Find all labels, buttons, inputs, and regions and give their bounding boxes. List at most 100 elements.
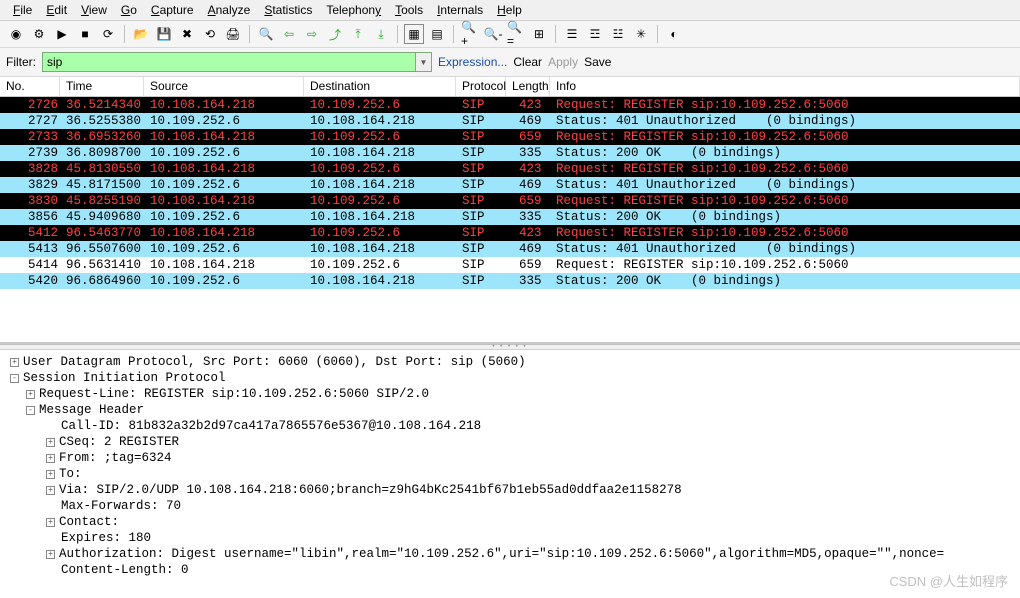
toolbar-separator — [249, 25, 250, 43]
packet-list-pane: No. Time Source Destination Protocol Len… — [0, 77, 1020, 345]
menu-analyze[interactable]: Analyze — [201, 1, 258, 19]
zoom-reset-icon[interactable]: 🔍= — [506, 24, 526, 44]
interfaces-icon[interactable]: ◉ — [6, 24, 26, 44]
go-first-icon[interactable]: ⤒ — [348, 24, 368, 44]
toolbar-separator — [397, 25, 398, 43]
detail-text: Expires: 180 — [61, 531, 151, 545]
close-file-icon[interactable]: ✖ — [177, 24, 197, 44]
detail-tree-row[interactable]: + CSeq: 2 REGISTER — [46, 434, 1014, 450]
detail-tree-row[interactable]: +Via: SIP/2.0/UDP 10.108.164.218:6060;br… — [46, 482, 1014, 498]
column-length[interactable]: Length — [506, 77, 550, 96]
table-row[interactable]: 382845.813055010.108.164.21810.109.252.6… — [0, 161, 1020, 177]
table-row[interactable]: 272636.521434010.108.164.21810.109.252.6… — [0, 97, 1020, 113]
menu-help[interactable]: Help — [490, 1, 529, 19]
menu-internals[interactable]: Internals — [430, 1, 490, 19]
detail-text: Request-Line: REGISTER sip:10.109.252.6:… — [39, 387, 429, 401]
detail-tree-row[interactable]: + Contact: — [46, 514, 1014, 530]
menu-telephony[interactable]: Telephony — [319, 1, 388, 19]
save-file-icon[interactable]: 💾 — [154, 24, 174, 44]
print-icon[interactable]: 🖨 — [223, 24, 243, 44]
table-row[interactable]: 273936.809870010.109.252.610.108.164.218… — [0, 145, 1020, 161]
menu-capture[interactable]: Capture — [144, 1, 201, 19]
column-info[interactable]: Info — [550, 77, 1020, 96]
capture-filters-icon[interactable]: ☰ — [562, 24, 582, 44]
toolbar-separator — [555, 25, 556, 43]
expand-icon[interactable]: + — [46, 486, 55, 495]
filter-dropdown-icon[interactable]: ▼ — [415, 53, 431, 71]
expand-icon[interactable]: + — [26, 390, 35, 399]
reload-icon[interactable]: ⟲ — [200, 24, 220, 44]
detail-tree-row[interactable]: +From: ;tag=6324 — [46, 450, 1014, 466]
detail-text: CSeq: 2 REGISTER — [59, 435, 179, 449]
zoom-in-icon[interactable]: 🔍+ — [460, 24, 480, 44]
collapse-icon[interactable]: - — [10, 374, 19, 383]
table-row[interactable]: 272736.525538010.109.252.610.108.164.218… — [0, 113, 1020, 129]
menu-edit[interactable]: Edit — [39, 1, 74, 19]
zoom-out-icon[interactable]: 🔍- — [483, 24, 503, 44]
expand-icon[interactable]: + — [10, 358, 19, 367]
table-row[interactable]: 382945.817150010.109.252.610.108.164.218… — [0, 177, 1020, 193]
autoscroll-icon[interactable]: ▤ — [427, 24, 447, 44]
expand-icon[interactable]: + — [46, 550, 55, 559]
detail-text: Session Initiation Protocol — [23, 371, 226, 385]
detail-tree-row[interactable]: + Request-Line: REGISTER sip:10.109.252.6… — [26, 386, 1014, 402]
column-protocol[interactable]: Protocol — [456, 77, 506, 96]
table-row[interactable]: 542096.686496010.109.252.610.108.164.218… — [0, 273, 1020, 289]
detail-tree-row[interactable]: Content-Length: 0 — [46, 562, 1014, 578]
display-filters-icon[interactable]: ☲ — [585, 24, 605, 44]
go-forward-icon[interactable]: ⇨ — [302, 24, 322, 44]
restart-capture-icon[interactable]: ⟳ — [98, 24, 118, 44]
go-back-icon[interactable]: ⇦ — [279, 24, 299, 44]
open-file-icon[interactable]: 📂 — [131, 24, 151, 44]
stop-capture-icon[interactable]: ■ — [75, 24, 95, 44]
detail-tree-row[interactable]: Call-ID: 81b832a32b2d97ca417a7865576e536… — [46, 418, 1014, 434]
options-icon[interactable]: ⚙ — [29, 24, 49, 44]
clear-button[interactable]: Clear — [513, 55, 542, 69]
expand-icon[interactable]: + — [46, 454, 55, 463]
go-last-icon[interactable]: ⤓ — [371, 24, 391, 44]
expand-icon[interactable]: + — [46, 438, 55, 447]
collapse-icon[interactable]: - — [26, 406, 35, 415]
expand-icon[interactable]: + — [46, 518, 55, 527]
menu-file[interactable]: File — [6, 1, 39, 19]
preferences-icon[interactable]: ✳ — [631, 24, 651, 44]
table-row[interactable]: 385645.940968010.109.252.610.108.164.218… — [0, 209, 1020, 225]
detail-tree-row[interactable]: Expires: 180 — [46, 530, 1014, 546]
apply-button[interactable]: Apply — [548, 55, 578, 69]
filter-input[interactable] — [42, 52, 432, 72]
packet-list-header[interactable]: No. Time Source Destination Protocol Len… — [0, 77, 1020, 97]
toolbar-separator — [124, 25, 125, 43]
detail-tree-row[interactable]: +Authorization: Digest username="libin",… — [46, 546, 1014, 562]
detail-text: Contact: — [59, 515, 127, 529]
menu-go[interactable]: Go — [114, 1, 144, 19]
help-icon[interactable]: ◐ — [664, 24, 684, 44]
packet-details-pane[interactable]: +User Datagram Protocol, Src Port: 6060 … — [0, 350, 1020, 598]
column-destination[interactable]: Destination — [304, 77, 456, 96]
go-to-icon[interactable]: ⤴ — [325, 24, 345, 44]
detail-tree-row[interactable]: +User Datagram Protocol, Src Port: 6060 … — [10, 354, 1014, 370]
menu-view[interactable]: View — [74, 1, 114, 19]
coloring-rules-icon[interactable]: ☳ — [608, 24, 628, 44]
start-capture-icon[interactable]: ▶ — [52, 24, 72, 44]
detail-tree-row[interactable]: Max-Forwards: 70 — [46, 498, 1014, 514]
table-row[interactable]: 541296.546377010.108.164.21810.109.252.6… — [0, 225, 1020, 241]
menu-statistics[interactable]: Statistics — [257, 1, 319, 19]
detail-tree-row[interactable]: +To: — [46, 466, 1014, 482]
column-time[interactable]: Time — [60, 77, 144, 96]
menu-tools[interactable]: Tools — [388, 1, 430, 19]
table-row[interactable]: 541496.563141010.108.164.21810.109.252.6… — [0, 257, 1020, 273]
resize-cols-icon[interactable]: ⊞ — [529, 24, 549, 44]
colorize-icon[interactable]: ▦ — [404, 24, 424, 44]
packet-list-body[interactable]: 272636.521434010.108.164.21810.109.252.6… — [0, 97, 1020, 289]
table-row[interactable]: 273336.695326010.108.164.21810.109.252.6… — [0, 129, 1020, 145]
save-button[interactable]: Save — [584, 55, 611, 69]
table-row[interactable]: 383045.825519010.108.164.21810.109.252.6… — [0, 193, 1020, 209]
expand-icon[interactable]: + — [46, 470, 55, 479]
column-no[interactable]: No. — [0, 77, 60, 96]
column-source[interactable]: Source — [144, 77, 304, 96]
find-icon[interactable]: 🔍 — [256, 24, 276, 44]
table-row[interactable]: 541396.550760010.109.252.610.108.164.218… — [0, 241, 1020, 257]
detail-tree-row[interactable]: -Session Initiation Protocol — [10, 370, 1014, 386]
expression-button[interactable]: Expression... — [438, 55, 507, 69]
detail-tree-row[interactable]: -Message Header — [26, 402, 1014, 418]
